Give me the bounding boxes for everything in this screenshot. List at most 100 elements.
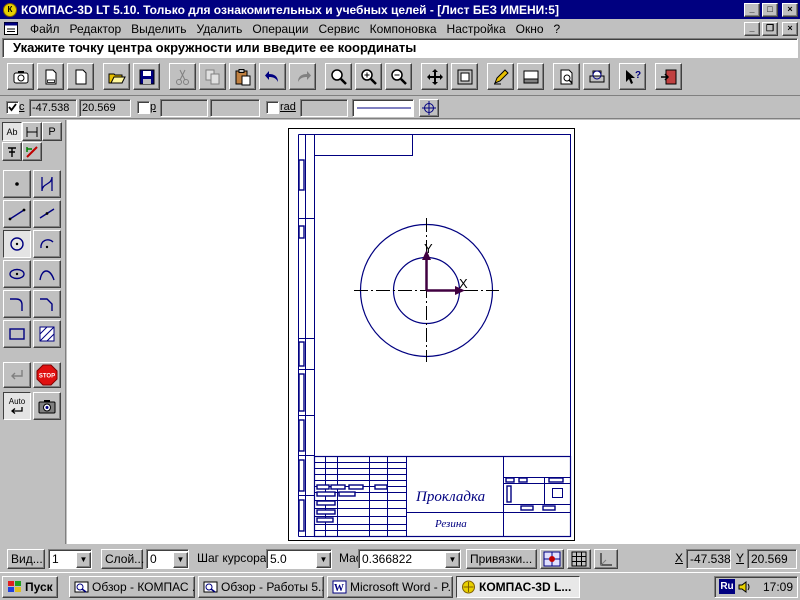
print-button[interactable] (583, 63, 610, 90)
zoom-in-button[interactable] (355, 63, 382, 90)
segment-tool-button[interactable] (3, 200, 31, 228)
title-bar: К КОМПАС-3D LT 5.10. Только для ознакоми… (0, 0, 800, 19)
cursor-step-select[interactable]: 5.0 ▼ (266, 549, 332, 569)
fillet-tool-button[interactable] (3, 290, 31, 318)
exit-icon (660, 69, 676, 84)
kompas-app-icon[interactable]: К (3, 2, 17, 17)
new-sheet-button[interactable] (37, 63, 64, 90)
coord-p-checkbox[interactable] (137, 101, 150, 114)
zoom-all-button[interactable] (451, 63, 478, 90)
enter-object-button[interactable] (3, 362, 31, 388)
layer-select[interactable]: 0 ▼ (146, 549, 189, 569)
view-manager-button[interactable] (517, 63, 544, 90)
coord-c-checkbox[interactable] (6, 101, 19, 114)
close-button[interactable]: × (782, 2, 798, 17)
task-kompas-active[interactable]: КОМПАС-3D L... (456, 576, 580, 598)
arc-tool-button[interactable] (33, 230, 61, 258)
new-fragment-button[interactable] (67, 63, 94, 90)
chevron-down-icon[interactable]: ▼ (76, 552, 91, 568)
copy-button[interactable] (199, 63, 226, 90)
menu-help[interactable]: ? (549, 22, 566, 36)
tab-measure[interactable] (22, 142, 42, 161)
minimize-button[interactable]: _ (744, 2, 760, 17)
doc-restore-button[interactable]: ❐ (762, 21, 778, 36)
menu-settings[interactable]: Настройка (442, 22, 511, 36)
menu-select[interactable]: Выделить (126, 22, 191, 36)
point-tool-button[interactable] (3, 170, 31, 198)
zoom-window-button[interactable] (325, 63, 352, 90)
menu-file[interactable]: Файл (25, 22, 65, 36)
tab-geometry[interactable]: Ab (2, 122, 22, 141)
chevron-down-icon[interactable]: ▼ (316, 552, 331, 568)
grid-button[interactable] (567, 549, 591, 569)
rectangle-tool-button[interactable] (3, 320, 31, 348)
snap-point-button[interactable] (419, 99, 439, 117)
cursor-x-value: -47.538 (686, 549, 731, 569)
coord-p-field[interactable] (160, 99, 208, 117)
start-button[interactable]: Пуск (2, 576, 58, 598)
coord-x-field[interactable]: -47.538 (29, 99, 77, 117)
spline-tool-button[interactable] (33, 260, 61, 288)
snaps-button[interactable]: Привязки... (466, 549, 537, 569)
menu-window[interactable]: Окно (511, 22, 549, 36)
drawing-canvas[interactable]: Прокладка Резина Y X (67, 120, 800, 544)
chamfer-tool-button[interactable] (33, 290, 61, 318)
chevron-down-icon[interactable]: ▼ (445, 552, 460, 568)
exit-button[interactable] (655, 63, 682, 90)
task-overview-works[interactable]: Обзор - Работы 5... (198, 576, 324, 598)
coord-y-field[interactable]: 20.569 (79, 99, 131, 117)
snapshot-button[interactable] (7, 63, 34, 90)
pan-button[interactable] (421, 63, 448, 90)
auxiliary-line-tool-button[interactable] (33, 170, 61, 198)
menu-operations[interactable]: Операции (247, 22, 313, 36)
fillet-icon (10, 298, 23, 311)
ellipse-icon (9, 268, 25, 280)
doc-minimize-button[interactable]: _ (744, 21, 760, 36)
undo-button[interactable] (259, 63, 286, 90)
hatch-tool-button[interactable] (33, 320, 61, 348)
view-select[interactable]: 1 ▼ (48, 549, 92, 569)
print-icon (589, 70, 604, 82)
open-button[interactable] (103, 63, 130, 90)
speaker-icon[interactable] (737, 580, 751, 594)
line-style-field[interactable] (352, 99, 414, 117)
radius-field[interactable] (300, 99, 348, 117)
document-system-menu-icon[interactable] (3, 22, 19, 36)
tab-dimensions[interactable] (22, 122, 42, 141)
scale-select[interactable]: 0.366822 ▼ (358, 549, 461, 569)
camera-button[interactable] (33, 392, 61, 420)
auto-create-button[interactable]: Auto (3, 392, 31, 420)
menu-delete[interactable]: Удалить (192, 22, 248, 36)
circle-icon (10, 237, 24, 251)
view-button[interactable]: Вид... (7, 549, 45, 569)
layer-button[interactable]: Слой... (101, 549, 144, 569)
parallel-segment-tool-button[interactable] (33, 200, 61, 228)
menu-layout[interactable]: Компоновка (365, 22, 442, 36)
print-preview-button[interactable] (553, 63, 580, 90)
chevron-down-icon[interactable]: ▼ (173, 552, 188, 568)
zoom-out-button[interactable] (385, 63, 412, 90)
ellipse-tool-button[interactable] (3, 260, 31, 288)
circle-tool-button[interactable] (3, 230, 31, 258)
language-indicator[interactable]: Ru (719, 579, 735, 594)
maximize-button[interactable]: □ (762, 2, 778, 17)
save-button[interactable] (133, 63, 160, 90)
context-help-button[interactable]: ? (619, 63, 646, 90)
task-microsoft-word[interactable]: W Microsoft Word - P... (327, 576, 453, 598)
redo-button[interactable] (289, 63, 316, 90)
tab-parametric[interactable]: Р (42, 122, 62, 141)
menu-editor[interactable]: Редактор (65, 22, 127, 36)
stop-button[interactable]: STOP (33, 362, 61, 388)
tab-editing[interactable] (2, 142, 22, 161)
paste-button[interactable] (229, 63, 256, 90)
edit-button[interactable] (487, 63, 514, 90)
menu-service[interactable]: Сервис (314, 22, 365, 36)
task-overview-kompas[interactable]: Обзор - КОМПАС ... (69, 576, 195, 598)
cut-button[interactable] (169, 63, 196, 90)
doc-close-button[interactable]: × (782, 21, 798, 36)
global-snap-button[interactable] (540, 549, 564, 569)
ortho-button[interactable] (594, 549, 618, 569)
rad-checkbox[interactable] (266, 101, 279, 114)
auxiliary-line-icon (41, 176, 53, 192)
coord-angle-field[interactable] (210, 99, 260, 117)
